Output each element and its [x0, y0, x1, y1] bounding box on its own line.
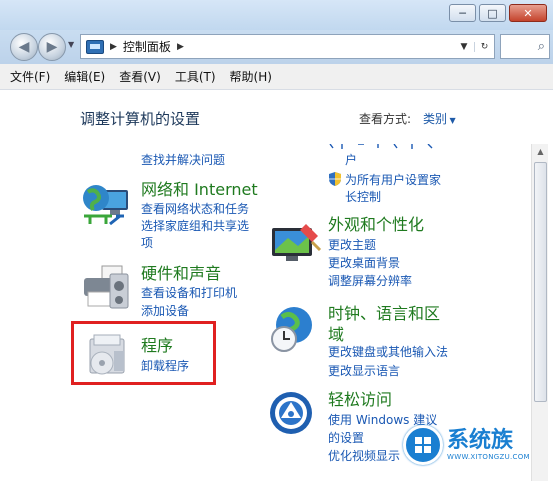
- hardware-sound-title[interactable]: 硬件和声音: [141, 263, 221, 285]
- add-device-link[interactable]: 添加设备: [141, 303, 189, 320]
- menu-edit[interactable]: 编辑(E): [64, 68, 105, 85]
- menu-view[interactable]: 查看(V): [119, 68, 161, 85]
- window-controls: ─ □ ✕: [449, 4, 547, 22]
- uac-shield-icon: [329, 172, 341, 186]
- optimize-visual-display-link[interactable]: 优化视频显示: [328, 448, 400, 465]
- forward-arrow-icon: ▶: [46, 39, 58, 55]
- appearance-icon: [272, 224, 322, 261]
- address-bar[interactable]: ▶ 控制面板 ▶ ▼ ↻: [80, 34, 495, 59]
- menu-bar: 文件(F) 编辑(E) 查看(V) 工具(T) 帮助(H): [0, 64, 553, 90]
- view-by-dropdown[interactable]: 类别: [423, 110, 456, 127]
- view-by-label: 查看方式:: [359, 112, 412, 126]
- troubleshoot-link[interactable]: 查找并解决问题: [141, 152, 225, 169]
- keyboard-input-link[interactable]: 更改键盘或其他输入法: [328, 344, 448, 361]
- user-accounts-link-clipped[interactable]: 户: [345, 152, 357, 169]
- maximize-button[interactable]: □: [479, 4, 506, 22]
- menu-help[interactable]: 帮助(H): [230, 68, 272, 85]
- change-theme-link[interactable]: 更改主题: [328, 237, 376, 254]
- control-panel-icon: [86, 39, 104, 54]
- scroll-thumb[interactable]: [534, 162, 547, 402]
- control-panel-content: 调整计算机的设置 查看方式: 类别 查找并解决问题 网络和 Internet 查…: [0, 90, 553, 481]
- parental-controls-link-wrap[interactable]: 长控制: [345, 189, 381, 206]
- site-watermark: 系统族 WWW.XITONGZU.COM: [403, 415, 551, 475]
- forward-button[interactable]: ▶: [38, 33, 66, 61]
- watermark-url: WWW.XITONGZU.COM: [447, 453, 530, 461]
- breadcrumb-chevron-icon[interactable]: ▶: [110, 42, 117, 52]
- breadcrumb-control-panel[interactable]: 控制面板: [123, 38, 171, 55]
- recent-pages-dropdown[interactable]: ▼: [68, 40, 74, 49]
- clock-language-region-title-wrap[interactable]: 域: [328, 324, 344, 346]
- menu-tools[interactable]: 工具(T): [175, 68, 216, 85]
- address-dropdown-icon[interactable]: ▼: [454, 42, 474, 52]
- parental-controls-link[interactable]: 为所有用户设置家: [345, 172, 441, 189]
- windows-logo-icon: [403, 425, 443, 465]
- change-background-link[interactable]: 更改桌面背景: [328, 255, 400, 272]
- back-button[interactable]: ◀: [10, 33, 38, 61]
- refresh-icon[interactable]: ↻: [474, 41, 494, 52]
- screen-resolution-link[interactable]: 调整屏幕分辨率: [328, 273, 412, 290]
- display-language-link[interactable]: 更改显示语言: [328, 363, 400, 380]
- close-button[interactable]: ✕: [509, 4, 547, 22]
- ease-of-access-title[interactable]: 轻松访问: [328, 389, 392, 411]
- programs-title[interactable]: 程序: [141, 335, 173, 357]
- breadcrumb-chevron-icon[interactable]: ▶: [177, 42, 184, 52]
- homegroup-sharing-link[interactable]: 选择家庭组和共享选: [141, 218, 249, 235]
- watermark-title: 系统族: [447, 428, 514, 453]
- back-arrow-icon: ◀: [18, 39, 30, 55]
- clock-globe-icon: [271, 307, 312, 352]
- programs-icon: [89, 334, 125, 375]
- network-internet-title[interactable]: 网络和 Internet: [141, 179, 258, 201]
- clock-language-region-title[interactable]: 时钟、语言和区: [328, 303, 440, 325]
- minimize-button[interactable]: ─: [449, 4, 476, 22]
- printer-icon: [84, 265, 129, 309]
- appearance-title[interactable]: 外观和个性化: [328, 214, 424, 236]
- title-bar: ─ □ ✕: [0, 0, 553, 30]
- ease-of-access-icon: [270, 392, 312, 434]
- network-status-link[interactable]: 查看网络状态和任务: [141, 201, 249, 218]
- search-icon: ⌕: [537, 39, 545, 54]
- page-title: 调整计算机的设置: [80, 110, 201, 128]
- homegroup-sharing-link-wrap[interactable]: 项: [141, 235, 153, 252]
- network-icon: [83, 185, 128, 226]
- windows-suggest-settings-link-wrap[interactable]: 的设置: [328, 430, 364, 447]
- menu-file[interactable]: 文件(F): [10, 68, 50, 85]
- devices-printers-link[interactable]: 查看设备和打印机: [141, 285, 237, 302]
- search-input[interactable]: ⌕: [500, 34, 550, 59]
- uninstall-program-link[interactable]: 卸载程序: [141, 358, 189, 375]
- clipped-link-remnant: [329, 144, 433, 149]
- scroll-up-icon[interactable]: ▲: [532, 144, 549, 160]
- navigation-bar: ◀ ▶ ▼ ▶ 控制面板 ▶ ▼ ↻ ⌕: [0, 30, 553, 64]
